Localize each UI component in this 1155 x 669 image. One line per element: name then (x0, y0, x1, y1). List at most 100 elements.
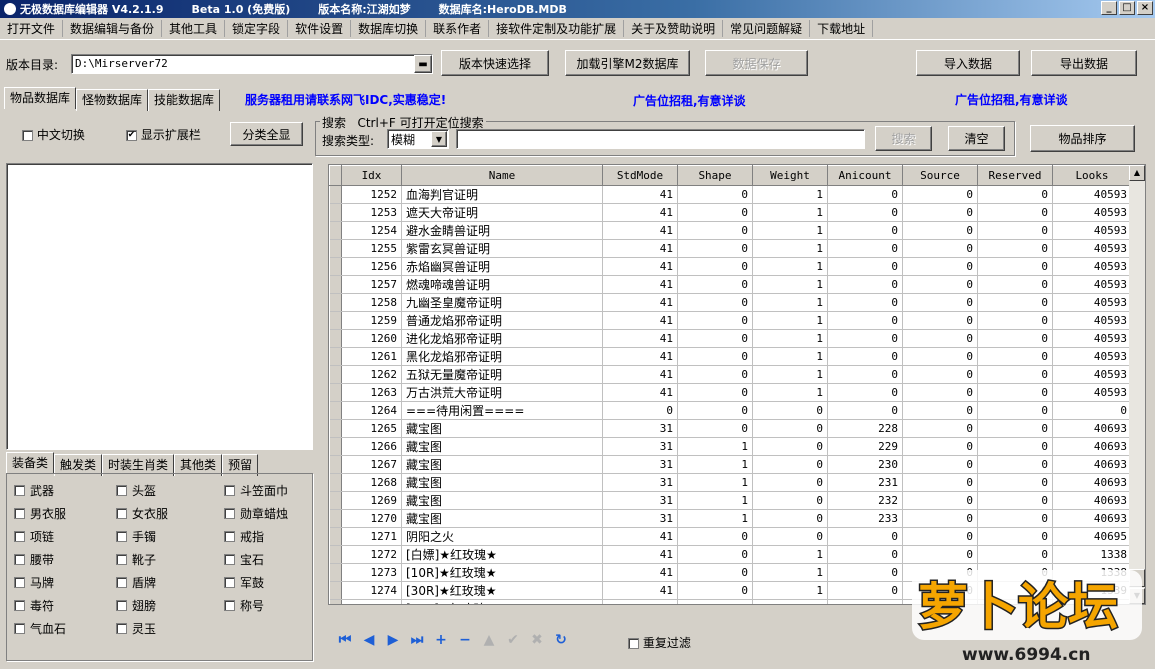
table-cell[interactable]: 1266 (341, 437, 402, 456)
table-cell[interactable]: 0 (752, 401, 828, 420)
table-cell[interactable]: 1 (752, 599, 828, 604)
table-cell[interactable]: 1 (752, 203, 828, 222)
table-cell[interactable]: [白嫖]★红玫瑰★ (401, 545, 603, 564)
export-button[interactable]: 导出数据 (1031, 50, 1137, 76)
table-row[interactable]: 1260 进化龙焰邪帝证明 41 0 1 0 0 0 40593 (329, 329, 1132, 348)
category-checkbox[interactable] (224, 508, 235, 519)
table-cell[interactable]: 0 (977, 275, 1053, 294)
menu-edit-backup[interactable]: 数据编辑与备份 (63, 20, 163, 37)
table-cell[interactable]: 0 (827, 311, 903, 330)
table-cell[interactable]: 232 (827, 491, 903, 510)
table-cell[interactable]: 40693 (1052, 455, 1132, 474)
category-checkbox[interactable] (14, 508, 25, 519)
table-cell[interactable]: 40695 (1052, 527, 1132, 546)
category-checkbox[interactable] (224, 600, 235, 611)
table-cell[interactable]: 1 (677, 437, 753, 456)
table-cell[interactable]: 0 (977, 239, 1053, 258)
table-cell[interactable]: 41 (602, 239, 678, 258)
table-cell[interactable]: 31 (602, 455, 678, 474)
table-cell[interactable]: 40693 (1052, 491, 1132, 510)
table-cell[interactable]: 1273 (341, 563, 402, 582)
table-cell[interactable]: 0 (677, 563, 753, 582)
menu-faq[interactable]: 常见问题解疑 (723, 20, 811, 37)
table-cell[interactable]: 1271 (341, 527, 402, 546)
category-6-1[interactable]: 灵玉 (116, 620, 156, 637)
table-cell[interactable]: 1260 (341, 329, 402, 348)
table-cell[interactable]: 0 (902, 329, 978, 348)
table-cell[interactable]: 1 (677, 473, 753, 492)
table-cell[interactable]: 1 (752, 347, 828, 366)
table-row[interactable]: 1272 [白嫖]★红玫瑰★ 41 0 1 0 0 0 1338 (329, 545, 1132, 564)
table-cell[interactable]: 0 (677, 257, 753, 276)
table-cell[interactable]: 41 (602, 563, 678, 582)
tab-items[interactable]: 物品数据库 (4, 87, 77, 109)
column-header[interactable]: Source (902, 165, 978, 186)
table-cell[interactable]: 燃魂啼魂兽证明 (401, 275, 603, 294)
table-cell[interactable]: 1254 (341, 221, 402, 240)
column-header[interactable]: Shape (677, 165, 753, 186)
table-row[interactable]: 1256 赤焰幽冥兽证明 41 0 1 0 0 0 40593 (329, 257, 1132, 276)
table-cell[interactable]: 0 (902, 455, 978, 474)
table-cell[interactable]: 40593 (1052, 275, 1132, 294)
table-row[interactable]: 1255 紫雷玄冥兽证明 41 0 1 0 0 0 40593 (329, 239, 1132, 258)
category-5-2[interactable]: 称号 (224, 597, 264, 614)
table-row[interactable]: 1252 血海判官证明 41 0 1 0 0 0 40593 (329, 185, 1132, 204)
table-row[interactable]: 1270 藏宝图 31 1 0 233 0 0 40693 (329, 509, 1132, 528)
table-cell[interactable]: 40593 (1052, 257, 1132, 276)
table-cell[interactable]: 229 (827, 437, 903, 456)
insert-icon[interactable]: + (432, 632, 450, 648)
table-cell[interactable]: 0 (677, 581, 753, 600)
table-cell[interactable]: 40593 (1052, 221, 1132, 240)
table-cell[interactable]: 0 (827, 239, 903, 258)
table-cell[interactable]: 藏宝图 (401, 455, 603, 474)
table-cell[interactable]: 230 (827, 455, 903, 474)
first-icon[interactable]: ⏮ (336, 632, 354, 648)
table-cell[interactable]: 1 (752, 329, 828, 348)
table-cell[interactable]: 0 (602, 401, 678, 420)
table-cell[interactable]: 藏宝图 (401, 491, 603, 510)
table-cell[interactable]: 0 (752, 455, 828, 474)
category-0-2[interactable]: 斗笠面巾 (224, 482, 288, 499)
table-cell[interactable]: 0 (827, 329, 903, 348)
table-row[interactable]: 1264 ===待用闲置==== 0 0 0 0 0 0 0 (329, 401, 1132, 420)
table-cell[interactable]: 0 (827, 275, 903, 294)
table-cell[interactable]: 0 (977, 455, 1053, 474)
category-4-0[interactable]: 马牌 (14, 574, 54, 591)
table-cell[interactable]: 0 (752, 473, 828, 492)
table-cell[interactable]: 0 (677, 599, 753, 604)
table-cell[interactable]: [10R]★红玫瑰★ (401, 563, 603, 582)
category-1-1[interactable]: 女衣服 (116, 505, 168, 522)
table-cell[interactable]: 0 (752, 419, 828, 438)
table-cell[interactable]: 0 (827, 185, 903, 204)
table-cell[interactable]: 0 (677, 185, 753, 204)
category-checkbox[interactable] (116, 554, 127, 565)
table-cell[interactable]: 0 (977, 437, 1053, 456)
search-input[interactable] (456, 129, 865, 149)
table-cell[interactable]: 0 (902, 347, 978, 366)
table-cell[interactable]: 1262 (341, 365, 402, 384)
close-button[interactable]: × (1137, 1, 1153, 15)
table-cell[interactable]: 0 (677, 419, 753, 438)
table-cell[interactable]: 0 (977, 509, 1053, 528)
table-cell[interactable]: 41 (602, 347, 678, 366)
menu-db-switch[interactable]: 数据库切换 (351, 20, 427, 37)
table-cell[interactable]: 0 (677, 239, 753, 258)
table-cell[interactable]: 233 (827, 509, 903, 528)
table-cell[interactable]: 0 (677, 329, 753, 348)
table-cell[interactable]: 0 (902, 293, 978, 312)
table-row[interactable]: 1258 九幽圣皇魔帝证明 41 0 1 0 0 0 40593 (329, 293, 1132, 312)
table-cell[interactable]: 藏宝图 (401, 419, 603, 438)
category-checkbox[interactable] (116, 577, 127, 588)
table-cell[interactable]: 40593 (1052, 185, 1132, 204)
table-cell[interactable]: 0 (827, 599, 903, 604)
table-cell[interactable]: 1 (752, 545, 828, 564)
menu-about[interactable]: 关于及赞助说明 (624, 20, 724, 37)
table-row[interactable]: 1257 燃魂啼魂兽证明 41 0 1 0 0 0 40593 (329, 275, 1132, 294)
table-cell[interactable]: 1 (752, 293, 828, 312)
category-checkbox[interactable] (224, 531, 235, 542)
prev-icon[interactable]: ◀ (360, 632, 378, 648)
category-3-1[interactable]: 靴子 (116, 551, 156, 568)
table-cell[interactable]: 0 (902, 545, 978, 564)
table-cell[interactable]: 0 (827, 563, 903, 582)
chinese-switch[interactable]: 中文切换 (22, 126, 85, 143)
